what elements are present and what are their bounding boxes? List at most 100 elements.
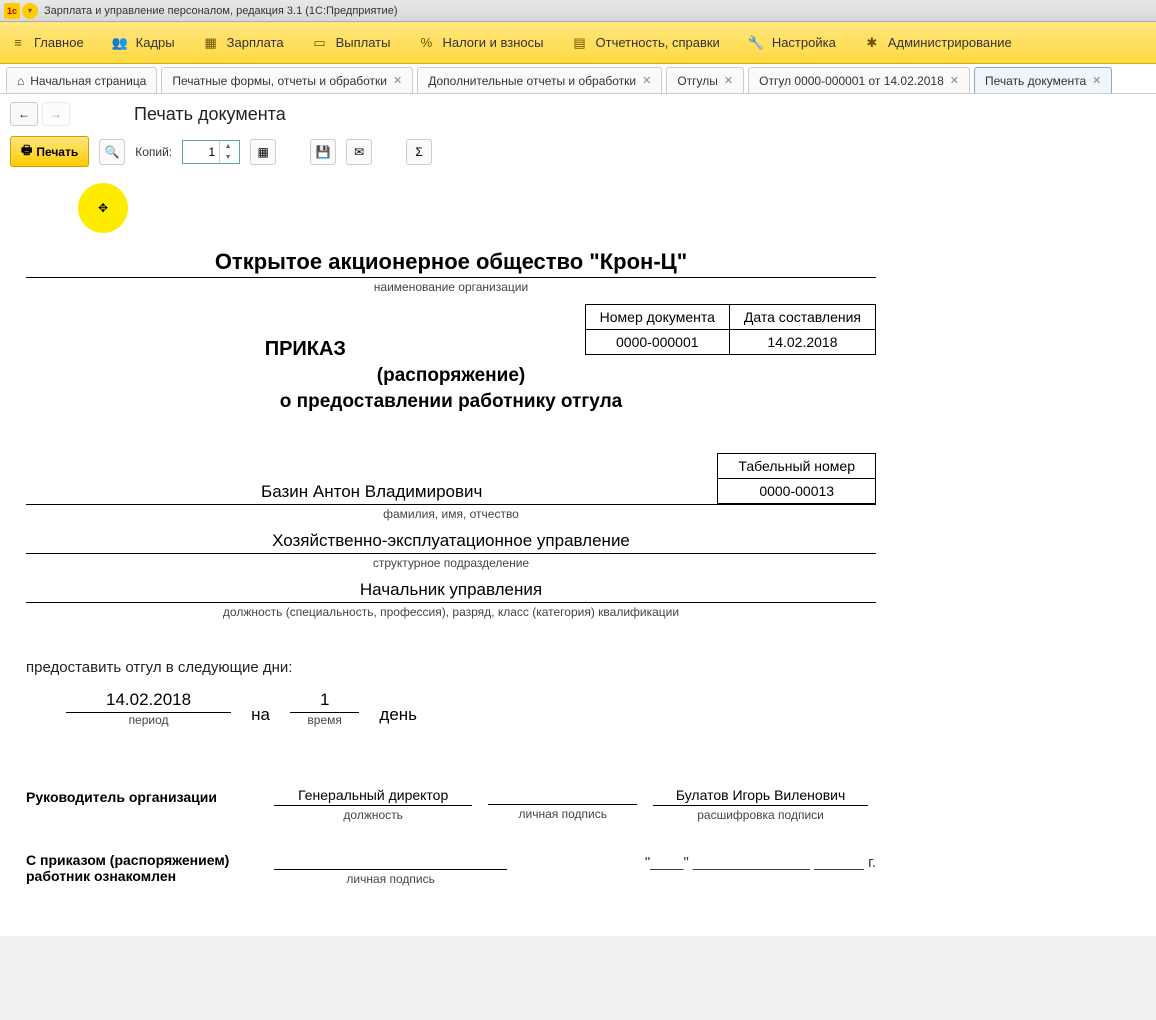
back-button[interactable]: ← bbox=[10, 102, 38, 126]
td-doc-num: 0000-000001 bbox=[585, 330, 729, 355]
order-sub2: о предоставлении работнику отгула bbox=[26, 391, 876, 413]
tab-otguly[interactable]: Отгулы✕ bbox=[666, 67, 744, 93]
provide-text: предоставить отгул в следующие дни: bbox=[26, 659, 876, 676]
close-icon[interactable]: ✕ bbox=[393, 74, 402, 87]
spinner-down-icon[interactable]: ▼ bbox=[220, 152, 236, 163]
th-tabnum: Табельный номер bbox=[718, 454, 876, 479]
app-dropdown-icon[interactable] bbox=[22, 3, 38, 19]
nav-row: ← → Печать документа bbox=[0, 94, 1156, 130]
head-sign-caption: личная подпись bbox=[488, 807, 637, 821]
dept-caption: структурное подразделение bbox=[26, 556, 876, 570]
edit-button[interactable]: ▦ bbox=[250, 139, 276, 165]
copies-input[interactable] bbox=[183, 145, 219, 159]
arrow-left-icon: ← bbox=[18, 107, 30, 121]
close-icon[interactable]: ✕ bbox=[724, 74, 733, 87]
print-toolbar: 🖶Печать 🔍 Копий: ▲▼ ▦ 💾 ✉ Σ bbox=[0, 130, 1156, 179]
tab-otgul-doc[interactable]: Отгул 0000-000001 от 14.02.2018 ✕ bbox=[748, 67, 970, 93]
tab-label: Отгул 0000-000001 от 14.02.2018 bbox=[759, 74, 944, 88]
menu-zarplata[interactable]: ▦Зарплата bbox=[203, 35, 284, 51]
menu-reports[interactable]: ▤ Отчетность, справки bbox=[572, 35, 720, 51]
mail-icon: ✉ bbox=[354, 145, 364, 159]
ack-label-1: С приказом (распоряжением) bbox=[26, 852, 266, 868]
period-value: 14.02.2018 bbox=[66, 690, 231, 713]
days-word: день bbox=[367, 705, 429, 727]
tab-print-forms[interactable]: Печатные формы, отчеты и обработки ✕ bbox=[161, 67, 413, 93]
th-doc-num: Номер документа bbox=[585, 305, 729, 330]
magnifier-icon: 🔍 bbox=[105, 145, 120, 159]
position-value: Начальник управления bbox=[26, 580, 876, 603]
tab-label: Начальная страница bbox=[30, 74, 146, 88]
forward-button[interactable]: → bbox=[42, 102, 70, 126]
sum-button[interactable]: Σ bbox=[406, 139, 432, 165]
calc-icon: ▦ bbox=[203, 35, 219, 51]
menu-label: Отчетность, справки bbox=[596, 35, 720, 50]
ack-date: "____" ______________ ______ г. bbox=[645, 852, 876, 871]
th-doc-date: Дата составления bbox=[729, 305, 875, 330]
spinner-up-icon[interactable]: ▲ bbox=[220, 141, 236, 152]
save-button[interactable]: 💾 bbox=[310, 139, 336, 165]
app-logo-icon: 1c bbox=[4, 3, 20, 19]
copies-spinner[interactable]: ▲▼ bbox=[182, 140, 240, 164]
menu-settings[interactable]: 🔧Настройка bbox=[748, 35, 836, 51]
email-button[interactable]: ✉ bbox=[346, 139, 372, 165]
tab-home[interactable]: ⌂Начальная страница bbox=[6, 67, 157, 93]
menu-label: Кадры bbox=[136, 35, 175, 50]
tab-extra-reports[interactable]: Дополнительные отчеты и обработки ✕ bbox=[417, 67, 662, 93]
head-label: Руководитель организации bbox=[26, 787, 266, 805]
tab-label: Дополнительные отчеты и обработки bbox=[428, 74, 636, 88]
tab-bar: ⌂Начальная страница Печатные формы, отче… bbox=[0, 64, 1156, 94]
tab-label: Печать документа bbox=[985, 74, 1086, 88]
head-sign-row: Руководитель организации Генеральный дир… bbox=[26, 787, 876, 822]
divider bbox=[26, 277, 876, 278]
org-caption: наименование организации bbox=[26, 280, 876, 294]
td-doc-date: 14.02.2018 bbox=[729, 330, 875, 355]
close-icon[interactable]: ✕ bbox=[1092, 74, 1101, 87]
doc-header-table: Номер документаДата составления 0000-000… bbox=[585, 304, 876, 355]
tab-label: Печатные формы, отчеты и обработки bbox=[172, 74, 387, 88]
print-button[interactable]: 🖶Печать bbox=[10, 136, 89, 167]
print-label: Печать bbox=[36, 145, 78, 159]
ack-sign bbox=[274, 852, 507, 870]
page-title: Печать документа bbox=[134, 104, 286, 125]
table-icon: ▦ bbox=[257, 145, 268, 159]
menu-label: Налоги и взносы bbox=[442, 35, 543, 50]
head-position-caption: должность bbox=[274, 808, 472, 822]
head-name: Булатов Игорь Виленович bbox=[653, 787, 868, 806]
fio-caption: фамилия, имя, отчество bbox=[26, 507, 876, 521]
menu-nalogi[interactable]: %Налоги и взносы bbox=[418, 35, 543, 51]
people-icon: 👥 bbox=[112, 35, 128, 51]
period-row: 14.02.2018 период на 1 время день bbox=[26, 690, 876, 727]
td-tabnum: 0000-00013 bbox=[718, 479, 876, 504]
menu-vyplaty[interactable]: ▭ Выплаты bbox=[312, 35, 391, 51]
na-text: на bbox=[239, 705, 282, 727]
report-icon: ▤ bbox=[572, 35, 588, 51]
wallet-icon: ▭ bbox=[312, 35, 328, 51]
menu-label: Администрирование bbox=[888, 35, 1012, 50]
menu-admin[interactable]: ✱ Администрирование bbox=[864, 35, 1012, 51]
head-name-caption: расшифровка подписи bbox=[653, 808, 868, 822]
preview-button[interactable]: 🔍 bbox=[99, 139, 125, 165]
menu-label: Настройка bbox=[772, 35, 836, 50]
gear-icon: ✱ bbox=[864, 35, 880, 51]
copies-label: Копий: bbox=[135, 145, 172, 159]
document-area: Открытое акционерное общество "Крон-Ц" н… bbox=[0, 179, 1156, 936]
print-page: Открытое акционерное общество "Крон-Ц" н… bbox=[16, 189, 886, 926]
dept-value: Хозяйственно-эксплуатационное управление bbox=[26, 531, 876, 554]
menu-kadry[interactable]: 👥 Кадры bbox=[112, 35, 175, 51]
arrow-right-icon: → bbox=[50, 107, 62, 121]
close-icon[interactable]: ✕ bbox=[642, 74, 651, 87]
tab-print-doc[interactable]: Печать документа ✕ bbox=[974, 67, 1112, 93]
menu-main[interactable]: ≡Главное bbox=[10, 35, 84, 51]
ack-sign-caption: личная подпись bbox=[274, 872, 507, 886]
ack-row: С приказом (распоряжением) работник озна… bbox=[26, 852, 876, 886]
close-icon[interactable]: ✕ bbox=[950, 74, 959, 87]
titlebar: 1c Зарплата и управление персоналом, ред… bbox=[0, 0, 1156, 22]
ack-label: С приказом (распоряжением) работник озна… bbox=[26, 852, 266, 884]
ack-label-2: работник ознакомлен bbox=[26, 868, 266, 884]
menu-label: Выплаты bbox=[336, 35, 391, 50]
order-sub1: (распоряжение) bbox=[26, 365, 876, 387]
org-name: Открытое акционерное общество "Крон-Ц" bbox=[26, 249, 876, 275]
position-caption: должность (специальность, профессия), ра… bbox=[26, 605, 876, 619]
menu-icon: ≡ bbox=[10, 35, 26, 51]
head-position: Генеральный директор bbox=[274, 787, 472, 806]
